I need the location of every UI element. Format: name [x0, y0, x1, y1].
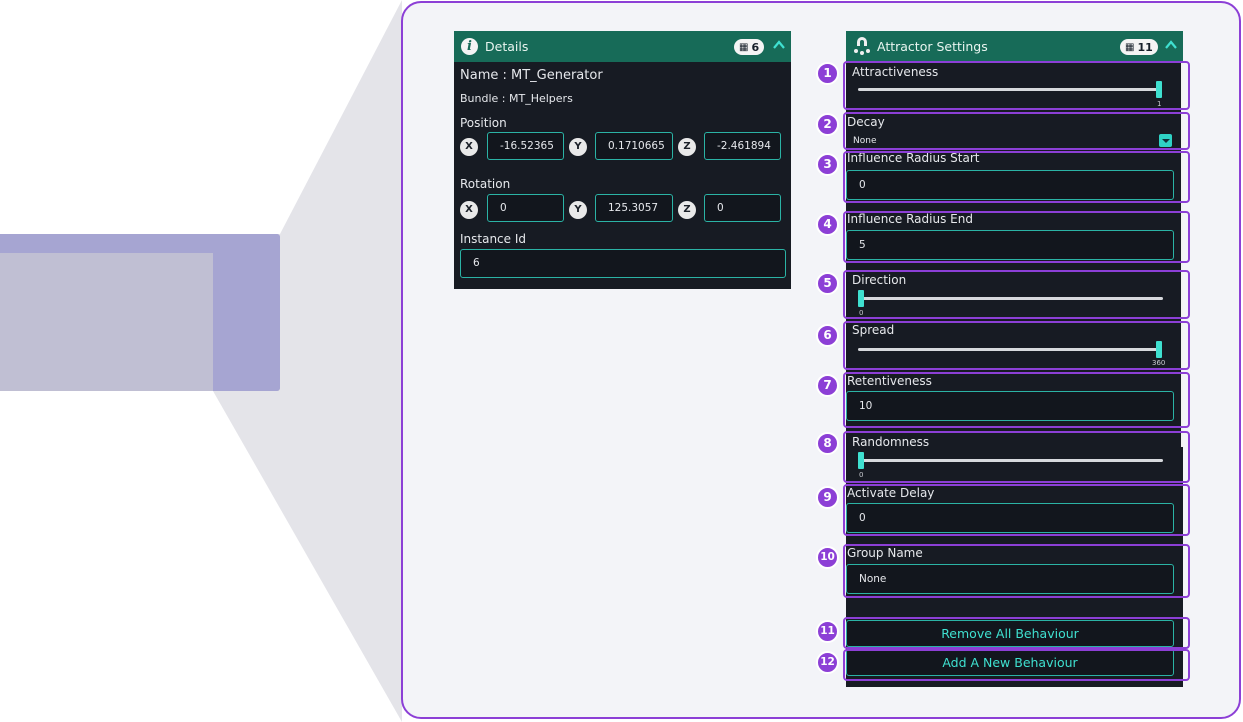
position-z-axis-badge: Z — [678, 138, 696, 156]
rotation-y-axis-badge: Y — [569, 201, 587, 219]
callout-box-10 — [843, 544, 1190, 598]
rotation-x-input[interactable]: 0 — [487, 194, 564, 222]
component-count-badge: ▦ 6 — [734, 39, 765, 55]
details-header[interactable]: i Details ▦ 6 — [454, 31, 791, 62]
callout-number-5: 5 — [816, 272, 839, 295]
callout-box-7 — [843, 372, 1190, 428]
cube-icon: ▦ — [739, 41, 749, 53]
callout-box-11 — [843, 617, 1190, 649]
thumbnail-side-panel — [213, 253, 280, 391]
object-name: Name : MT_Generator — [460, 68, 603, 83]
rotation-z-input[interactable]: 0 — [704, 194, 781, 222]
callout-number-1: 1 — [816, 62, 839, 85]
callout-box-1 — [843, 61, 1190, 110]
rotation-z-axis-badge: Z — [678, 201, 696, 219]
callout-number-7: 7 — [816, 374, 839, 397]
rotation-label: Rotation — [460, 177, 511, 191]
position-x-input[interactable]: -16.52365 — [487, 132, 564, 160]
callout-box-9 — [843, 484, 1190, 536]
callout-number-3: 3 — [816, 153, 839, 176]
instance-id-label: Instance Id — [460, 232, 527, 246]
cube-icon: ▦ — [1125, 41, 1135, 53]
callout-box-12 — [843, 649, 1190, 681]
callout-number-2: 2 — [816, 113, 839, 136]
preview-thumbnail — [0, 234, 280, 391]
callout-number-9: 9 — [816, 486, 839, 509]
callout-number-11: 11 — [816, 620, 839, 643]
callout-number-12: 12 — [816, 651, 839, 674]
callout-number-4: 4 — [816, 213, 839, 236]
callout-box-8 — [843, 431, 1190, 483]
callout-box-2 — [843, 112, 1190, 150]
rotation-y-input[interactable]: 125.3057 — [595, 194, 673, 222]
attractor-title: Attractor Settings — [877, 39, 988, 54]
rotation-x-axis-badge: X — [460, 201, 478, 219]
attractor-header[interactable]: Attractor Settings ▦ 11 — [846, 31, 1183, 62]
collapse-chevron-up-icon[interactable] — [772, 38, 786, 52]
callout-box-4 — [843, 211, 1190, 263]
collapse-chevron-up-icon[interactable] — [1164, 38, 1178, 52]
callout-box-3 — [843, 151, 1190, 203]
callout-number-8: 8 — [816, 432, 839, 455]
details-panel: i Details ▦ 6 Name : MT_Generator Bundle… — [454, 31, 791, 289]
info-icon: i — [461, 38, 478, 55]
position-z-input[interactable]: -2.461894 — [704, 132, 781, 160]
callout-box-6 — [843, 321, 1190, 370]
attractor-badge-count: 11 — [1137, 40, 1153, 54]
attractor-count-badge: ▦ 11 — [1120, 39, 1158, 55]
details-title: Details — [485, 39, 529, 54]
details-badge-count: 6 — [751, 40, 760, 54]
callout-box-5 — [843, 270, 1190, 319]
position-x-axis-badge: X — [460, 138, 478, 156]
callout-number-10: 10 — [816, 546, 839, 569]
callout-number-6: 6 — [816, 324, 839, 347]
position-y-axis-badge: Y — [569, 138, 587, 156]
position-y-input[interactable]: 0.1710665 — [595, 132, 673, 160]
magnet-attractor-icon — [854, 37, 870, 55]
instance-id-input[interactable]: 6 — [460, 249, 786, 278]
position-label: Position — [460, 116, 507, 130]
thumbnail-header-strip — [0, 234, 280, 253]
bundle-name: Bundle : MT_Helpers — [460, 92, 573, 105]
